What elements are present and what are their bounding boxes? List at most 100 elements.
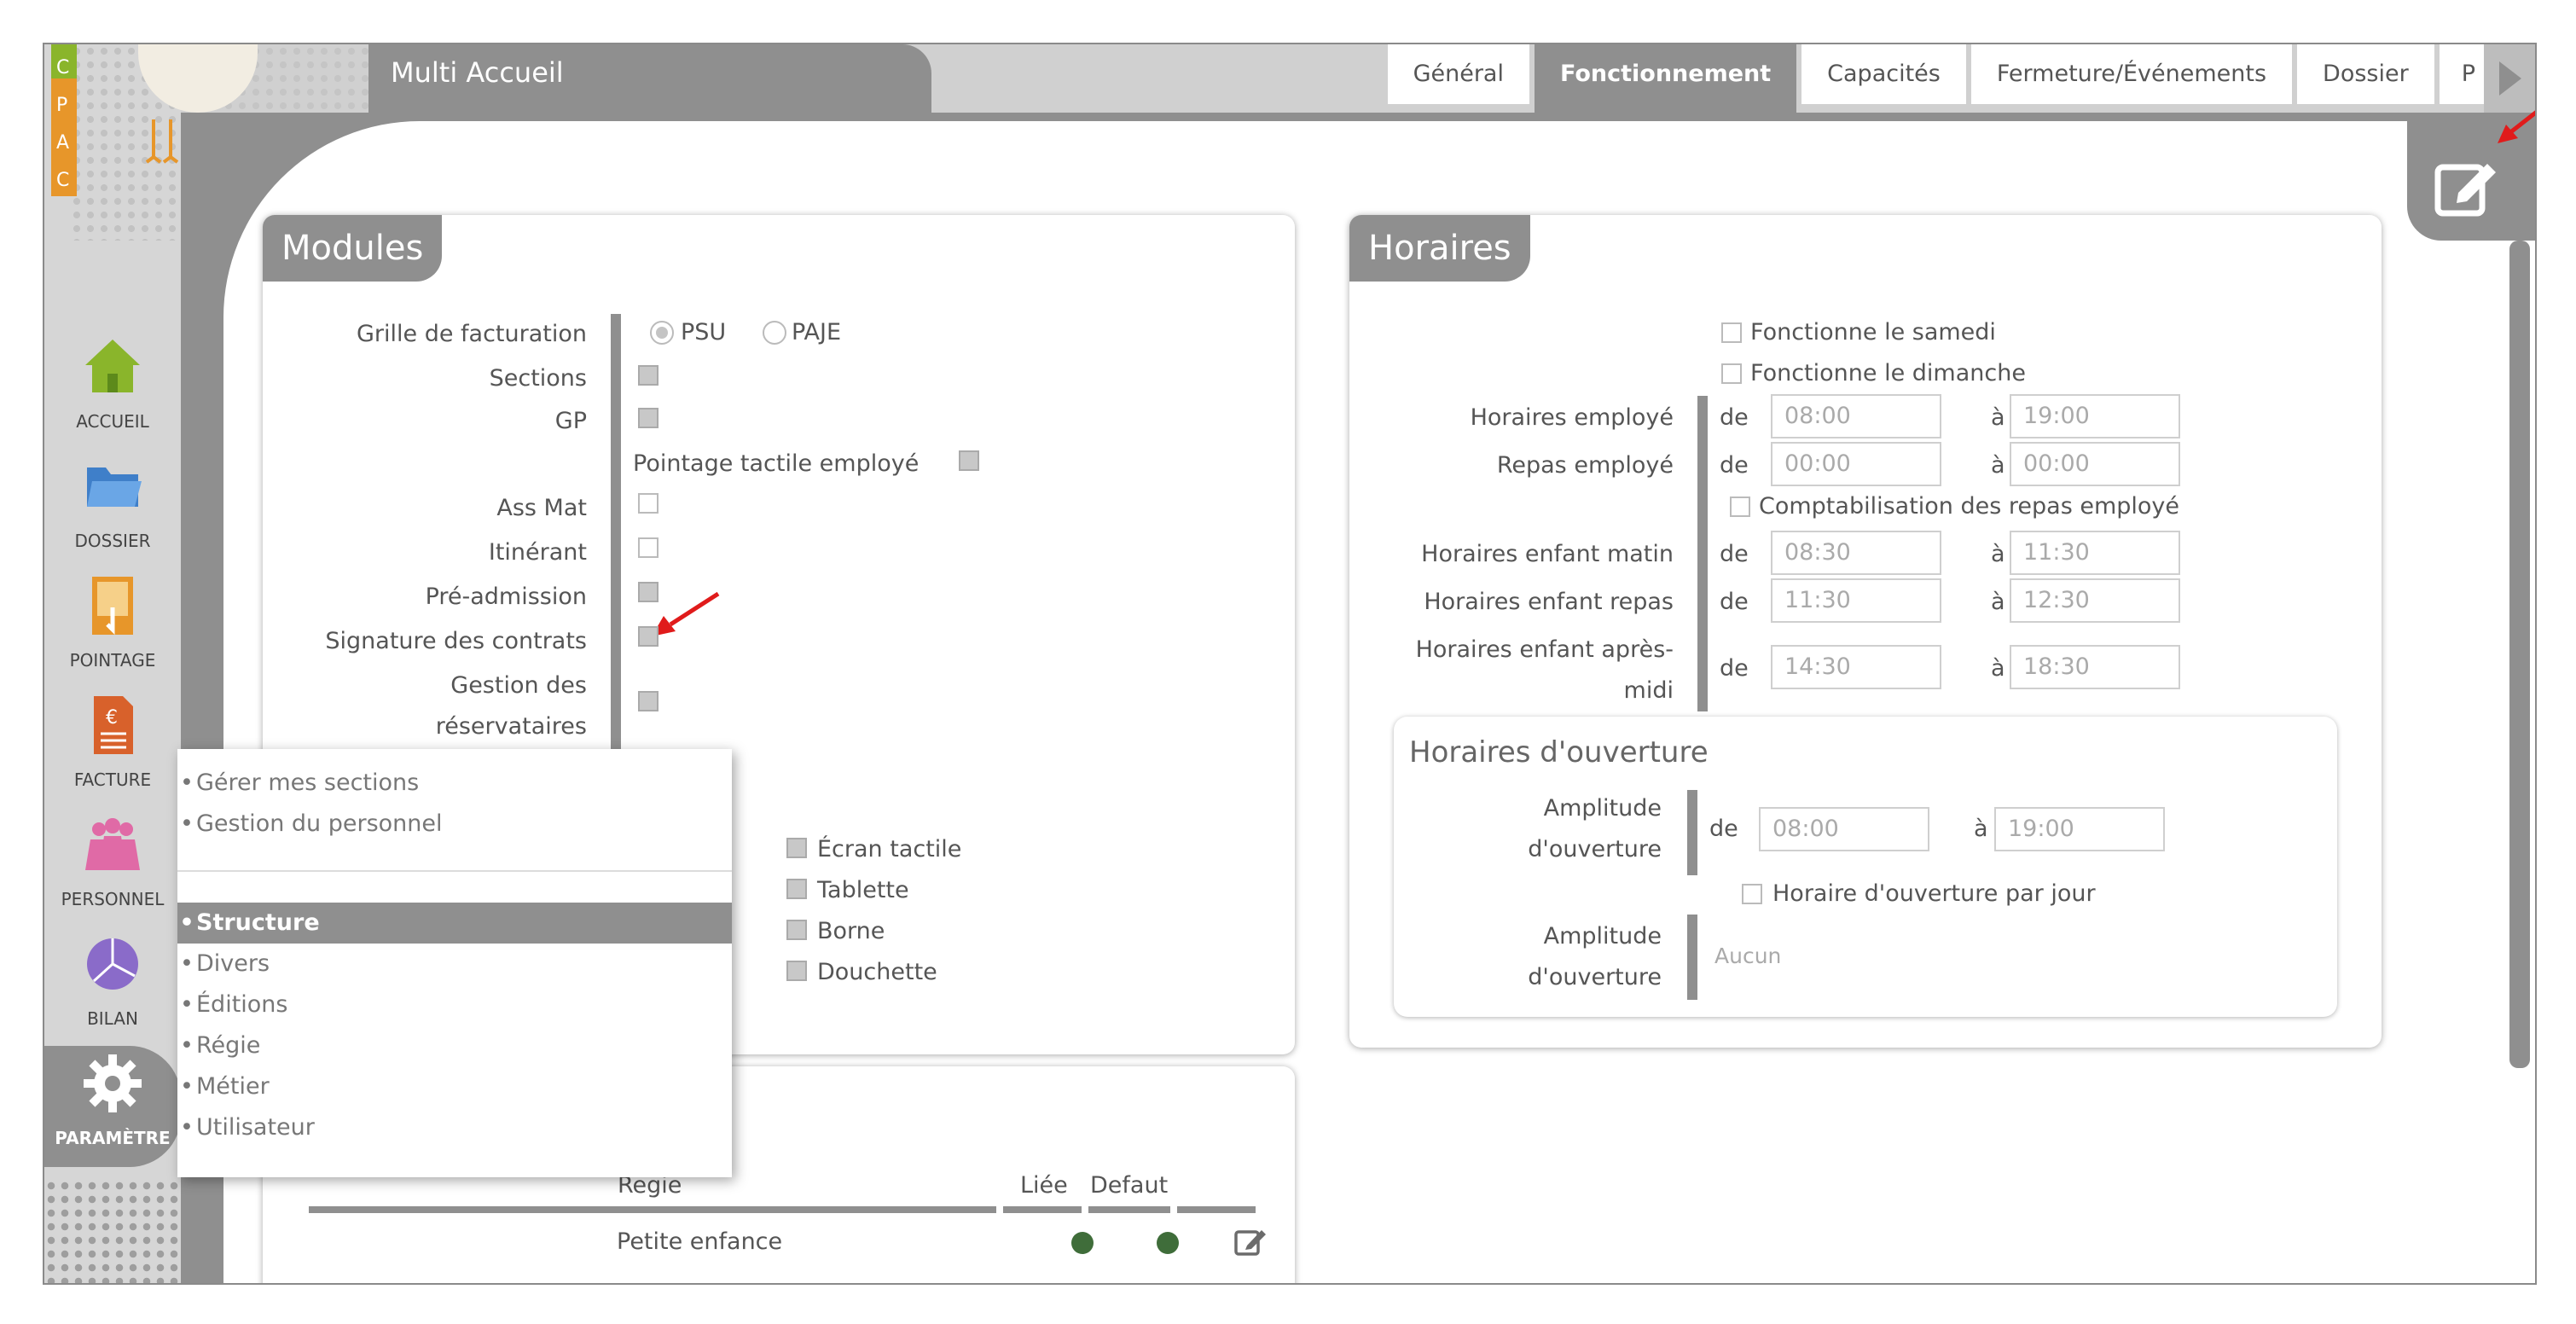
- menu-item-metier[interactable]: • Métier: [177, 1066, 732, 1107]
- tab-general[interactable]: Général: [1387, 44, 1529, 104]
- pie-chart-icon: [87, 938, 138, 990]
- assmat-checkbox[interactable]: [638, 493, 659, 514]
- signature-checkbox[interactable]: [638, 626, 659, 647]
- defaut-status-dot: [1157, 1232, 1179, 1254]
- enfant-repas-from-input[interactable]: 11:30: [1771, 578, 1941, 623]
- enfant-repas-to-input[interactable]: 12:30: [2010, 578, 2180, 623]
- menu-item-divers[interactable]: • Divers: [177, 944, 732, 984]
- ouverture-from-input[interactable]: 08:00: [1759, 807, 1929, 851]
- a-label: à: [1991, 452, 2005, 479]
- preadmission-label: Pré-admission: [425, 584, 587, 610]
- samedi-checkbox[interactable]: [1721, 322, 1742, 343]
- tab-fonctionnement[interactable]: Fonctionnement: [1534, 44, 1797, 113]
- menu-item-structure[interactable]: •Structure: [177, 903, 732, 944]
- sidebar-item-dossier[interactable]: DOSSIER: [44, 449, 181, 568]
- sidebar-item-pointage[interactable]: POINTAGE: [44, 568, 181, 688]
- sidebar-item-facture[interactable]: € FACTURE: [44, 688, 181, 807]
- de-label: de: [1720, 452, 1749, 479]
- grille-label: Grille de facturation: [356, 321, 587, 347]
- ecran-tactile-checkbox[interactable]: [786, 838, 807, 858]
- enfant-apres-midi-label-1: Horaires enfant après-: [1415, 636, 1674, 663]
- sections-label: Sections: [489, 365, 587, 392]
- badge-icon: [92, 577, 133, 636]
- liee-status-dot: [1071, 1232, 1094, 1254]
- enfant-matin-from-input[interactable]: 08:30: [1771, 531, 1941, 575]
- gp-checkbox[interactable]: [638, 408, 659, 428]
- tablette-checkbox[interactable]: [786, 879, 807, 899]
- edit-icon: [2434, 164, 2496, 217]
- ouverture-to-input[interactable]: 19:00: [1994, 807, 2165, 851]
- brand-logo: C P A C: [51, 44, 77, 196]
- sidebar-item-parametre[interactable]: PARAMÈTRE: [44, 1046, 181, 1167]
- de-label: de: [1720, 589, 1749, 615]
- compta-repas-label: Comptabilisation des repas employé: [1759, 493, 2180, 520]
- sidebar-item-bilan[interactable]: BILAN: [44, 926, 181, 1046]
- sidebar-item-accueil[interactable]: ACCUEIL: [44, 329, 181, 449]
- defaut-header-underline: [1088, 1206, 1170, 1213]
- liee-header-underline: [1003, 1206, 1082, 1213]
- form-divider: [1697, 396, 1708, 711]
- people-icon: [85, 818, 140, 870]
- sections-checkbox[interactable]: [638, 365, 659, 386]
- menu-item-regie[interactable]: • Régie: [177, 1025, 732, 1066]
- horaires-enfant-repas-label: Horaires enfant repas: [1424, 589, 1674, 615]
- sidebar-item-personnel[interactable]: PERSONNEL: [44, 807, 181, 926]
- tab-dossier[interactable]: Dossier: [2297, 44, 2434, 104]
- action-header-underline: [1177, 1206, 1256, 1213]
- menu-item-editions[interactable]: • Éditions: [177, 984, 732, 1025]
- borne-checkbox[interactable]: [786, 920, 807, 940]
- enfant-apres-midi-label-2: midi: [1623, 677, 1674, 704]
- de-label: de: [1720, 541, 1749, 567]
- compta-repas-checkbox[interactable]: [1730, 496, 1750, 517]
- repas-employe-to-input[interactable]: 00:00: [2010, 442, 2180, 486]
- ouverture-par-jour-label: Horaire d'ouverture par jour: [1772, 880, 2096, 907]
- dot-pattern: [44, 1179, 181, 1283]
- invoice-icon: €: [94, 696, 133, 754]
- aucun-value: Aucun: [1714, 944, 1782, 968]
- gestion-label-2: réservataires: [435, 713, 587, 740]
- bird-legs: [145, 119, 179, 171]
- tab-capacites[interactable]: Capacités: [1801, 44, 1966, 104]
- form-divider: [1687, 790, 1697, 875]
- assmat-label: Ass Mat: [496, 495, 587, 521]
- window-title: Multi Accueil: [391, 56, 564, 89]
- horaires-employe-to-input[interactable]: 19:00: [2010, 394, 2180, 438]
- enfant-apres-midi-to-input[interactable]: 18:30: [2010, 645, 2180, 689]
- red-arrow-icon: [2498, 110, 2535, 143]
- amplitude-label-2b: d'ouverture: [1528, 964, 1662, 990]
- enfant-apres-midi-from-input[interactable]: 14:30: [1771, 645, 1941, 689]
- ouverture-subpanel: Horaires d'ouverture Amplitude d'ouvertu…: [1394, 717, 2337, 1017]
- paje-radio[interactable]: [763, 321, 786, 345]
- ouverture-par-jour-checkbox[interactable]: [1742, 884, 1762, 904]
- douchette-checkbox[interactable]: [786, 961, 807, 981]
- gestion-label-1: Gestion des: [450, 672, 587, 699]
- menu-item-gestion-personnel[interactable]: • Gestion du personnel: [177, 804, 732, 845]
- dimanche-checkbox[interactable]: [1721, 363, 1742, 384]
- edit-row-icon[interactable]: [1233, 1225, 1268, 1257]
- folder-icon: [87, 467, 142, 507]
- liee-column-header: Liée: [1020, 1172, 1068, 1199]
- tablette-label: Tablette: [817, 877, 909, 903]
- psu-radio[interactable]: [650, 321, 674, 345]
- repas-employe-from-input[interactable]: 00:00: [1771, 442, 1941, 486]
- dimanche-label: Fonctionne le dimanche: [1750, 360, 2026, 386]
- modules-title: Modules: [263, 215, 443, 282]
- pointage-tactile-checkbox[interactable]: [959, 450, 979, 471]
- form-divider: [1687, 915, 1697, 1000]
- paje-label: PAJE: [792, 319, 842, 346]
- itinerant-checkbox[interactable]: [638, 537, 659, 558]
- borne-label: Borne: [817, 918, 885, 944]
- horaires-employe-from-input[interactable]: 08:00: [1771, 394, 1941, 438]
- menu-item-gerer-sections[interactable]: • Gérer mes sections: [177, 763, 732, 804]
- tab-fermeture-evenements[interactable]: Fermeture/Événements: [1970, 44, 2293, 104]
- tab-more[interactable]: P: [2439, 44, 2484, 104]
- repas-employe-label: Repas employé: [1496, 452, 1674, 479]
- menu-item-utilisateur[interactable]: • Utilisateur: [177, 1107, 732, 1148]
- brand-letters: C P A C: [56, 57, 70, 191]
- enfant-matin-to-input[interactable]: 11:30: [2010, 531, 2180, 575]
- psu-label: PSU: [681, 319, 727, 346]
- de-label: de: [1720, 655, 1749, 682]
- title-tab: Multi Accueil: [368, 44, 931, 114]
- gestion-checkbox[interactable]: [638, 691, 659, 711]
- vertical-scrollbar[interactable]: [2509, 241, 2530, 1068]
